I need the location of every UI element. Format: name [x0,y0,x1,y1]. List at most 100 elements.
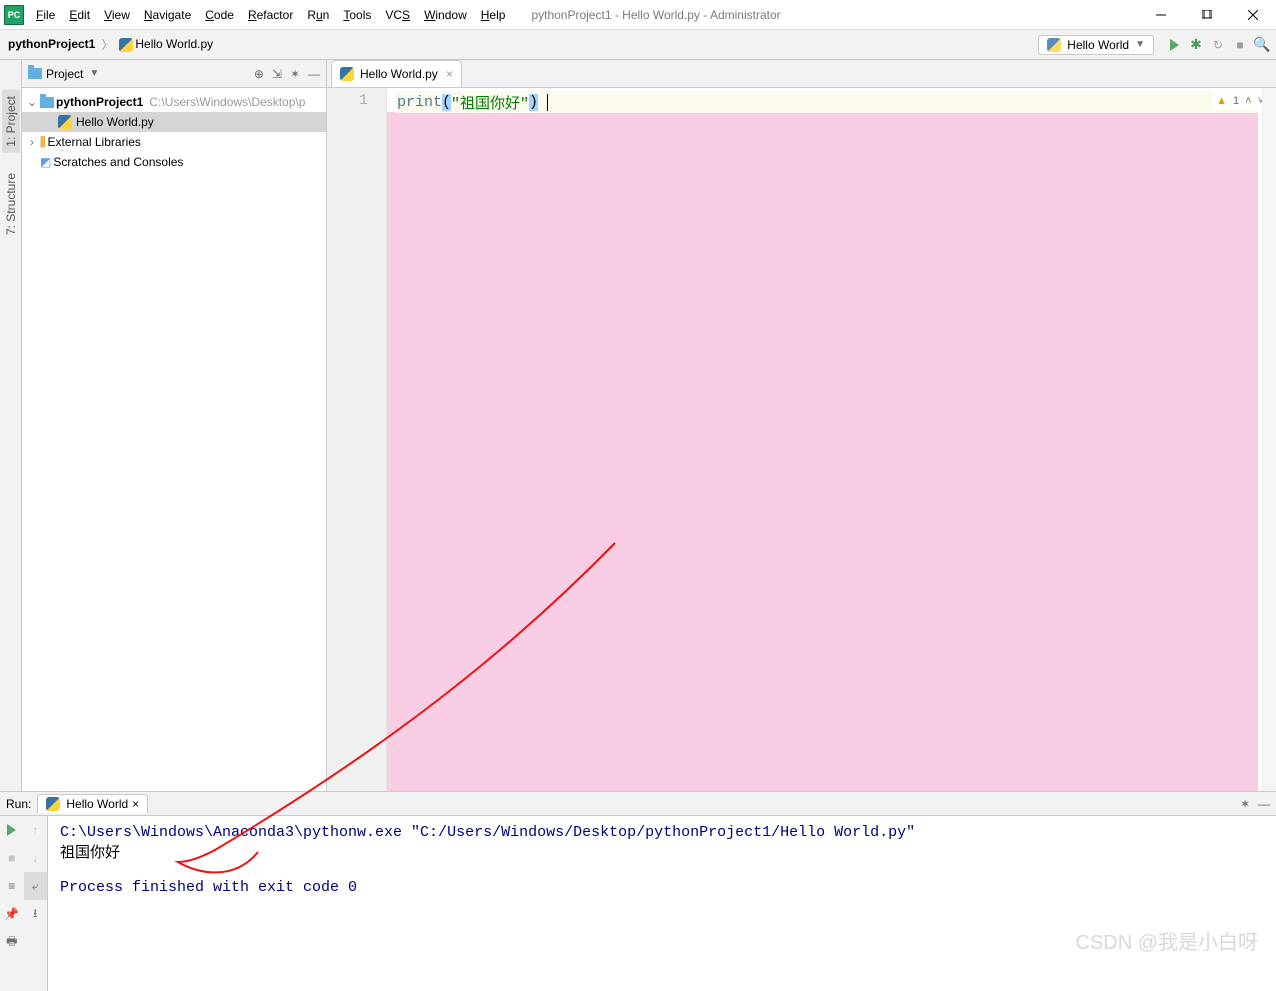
menu-code[interactable]: Code [199,4,240,26]
console-cmd: C:\Users\Windows\Anaconda3\pythonw.exe "… [60,824,915,841]
gutter: 1 [327,88,387,791]
inspection-count: 1 [1233,95,1239,107]
tree-root[interactable]: ⌄ pythonProject1 C:\Users\Windows\Deskto… [22,92,326,112]
menu-refactor[interactable]: Refactor [242,4,299,26]
app-icon: PC [4,5,24,25]
tree-file[interactable]: Hello World.py [22,112,326,132]
caret-down-icon[interactable]: ⌄ [26,95,38,109]
scratches-icon: ◩ [40,155,51,169]
stop-run-button[interactable]: ■ [0,844,24,872]
maximize-button[interactable] [1184,0,1230,29]
toolbar: ✱ ↻ ■ 🔍 [1166,37,1270,53]
project-panel-header: Project ▼ ⊕ ⇲ ✶ — [22,60,326,88]
rerun-button[interactable] [0,816,24,844]
editor-tab[interactable]: Hello World.py × [331,60,462,87]
menu-file[interactable]: File [30,4,61,26]
run-coverage-button[interactable]: ↻ [1210,37,1226,53]
up-stack-button[interactable]: ↑ [24,816,48,844]
pin-button[interactable]: 📌 [0,900,24,928]
menu-tools[interactable]: Tools [337,4,377,26]
scroll-to-end-button[interactable]: ⭳ [24,900,48,928]
close-tab-icon[interactable]: × [446,67,453,81]
menu-edit[interactable]: Edit [63,4,96,26]
select-opened-file-icon[interactable]: ⊕ [254,67,264,81]
nav-bar: pythonProject1 〉 Hello World.py Hello Wo… [0,30,1276,60]
print-button[interactable]: 🖶 [0,928,24,956]
stop-button[interactable]: ■ [1232,37,1248,53]
down-stack-button[interactable]: ↓ [24,844,48,872]
search-everywhere-button[interactable]: 🔍 [1254,37,1270,53]
hide-panel-icon[interactable]: — [308,67,320,81]
chevron-down-icon: ▼ [1135,39,1145,50]
menu-view[interactable]: View [98,4,136,26]
menu-run[interactable]: Run [301,4,335,26]
python-file-icon [119,38,133,52]
run-button[interactable] [1166,37,1182,53]
layout-button[interactable]: ≡ [0,872,24,900]
project-panel: Project ▼ ⊕ ⇲ ✶ — ⌄ pythonProject1 C:\Us… [22,60,327,791]
libraries-icon: ⫼ [40,135,46,150]
tree-scratches-label: Scratches and Consoles [53,155,183,169]
hide-run-icon[interactable]: — [1258,797,1270,811]
console-stdout: 祖国你好 [60,845,120,862]
line-number: 1 [327,92,368,109]
run-label: Run: [6,797,31,811]
folder-icon [40,97,54,108]
folder-icon [28,68,42,79]
chevron-right-icon: 〉 [101,36,113,53]
breadcrumb: pythonProject1 〉 Hello World.py [6,35,1034,54]
close-button[interactable] [1230,0,1276,29]
crumb-file[interactable]: Hello World.py [117,35,215,54]
menu-help[interactable]: Help [475,4,512,26]
editor-tabs: Hello World.py × [327,60,1276,88]
tree-root-label: pythonProject1 [56,95,143,109]
editor-column: Hello World.py × 1 print("祖国你好") ▲ 1 ˄ ˅ [327,60,1276,791]
tree-ext-libs[interactable]: › ⫼ External Libraries [22,132,326,152]
close-tab-icon[interactable]: × [132,797,139,811]
debug-button[interactable]: ✱ [1188,37,1204,53]
run-config-label: Hello World [1067,38,1129,52]
run-config-selector[interactable]: Hello World ▼ [1038,35,1154,55]
run-session-label: Hello World [66,797,128,811]
menu-bar: File Edit View Navigate Code Refactor Ru… [30,4,511,26]
token-fn: print [397,94,442,111]
python-file-icon [58,115,72,129]
token-lparen: ( [442,94,451,111]
python-icon [46,797,60,811]
code-editor[interactable]: 1 print("祖国你好") ▲ 1 ˄ ˅ [327,88,1276,791]
run-tool-window: Run: Hello World × ✶ — ↑ ■ ↓ ≡ ⤶ 📌 ⭳ 🖶 C… [0,791,1276,991]
inspection-widget[interactable]: ▲ 1 ˄ ˅ [1212,92,1268,110]
menu-navigate[interactable]: Navigate [138,4,197,26]
main-area: 1: Project 7: Structure Project ▼ ⊕ ⇲ ✶ … [0,60,1276,791]
console-output[interactable]: C:\Users\Windows\Anaconda3\pythonw.exe "… [48,816,1276,991]
token-string: "祖国你好" [451,92,529,113]
code-line-1[interactable]: print("祖国你好") [395,91,1258,113]
inspection-prev-icon[interactable]: ˄ [1245,95,1251,107]
run-settings-icon[interactable]: ✶ [1240,797,1250,811]
chevron-down-icon[interactable]: ▼ [89,68,99,79]
project-tree: ⌄ pythonProject1 C:\Users\Windows\Deskto… [22,88,326,176]
code-area[interactable]: print("祖国你好") ▲ 1 ˄ ˅ [387,88,1276,791]
expand-all-icon[interactable]: ⇲ [272,67,282,81]
tool-project-tab[interactable]: 1: Project [2,90,20,153]
title-bar: PC File Edit View Navigate Code Refactor… [0,0,1276,30]
minimize-button[interactable] [1138,0,1184,29]
run-toolbar: ↑ ■ ↓ ≡ ⤶ 📌 ⭳ 🖶 [0,816,48,991]
caret-right-icon[interactable]: › [26,135,38,149]
run-session-tab[interactable]: Hello World × [37,794,148,813]
warning-icon: ▲ [1216,95,1227,107]
menu-window[interactable]: Window [418,4,473,26]
soft-wrap-button[interactable]: ⤶ [24,872,48,900]
vertical-scrollbar[interactable] [1262,88,1276,791]
run-body: ↑ ■ ↓ ≡ ⤶ 📌 ⭳ 🖶 C:\Users\Windows\Anacond… [0,816,1276,991]
selection-highlight [387,112,1258,791]
text-cursor [538,94,548,111]
tree-scratches[interactable]: ◩ Scratches and Consoles [22,152,326,172]
window-title: pythonProject1 - Hello World.py - Admini… [511,8,1138,22]
crumb-project[interactable]: pythonProject1 [6,35,97,53]
settings-icon[interactable]: ✶ [290,67,300,81]
tree-ext-libs-label: External Libraries [48,135,141,149]
menu-vcs[interactable]: VCS [379,4,416,26]
editor-tab-label: Hello World.py [360,67,438,81]
tool-structure-tab[interactable]: 7: Structure [2,167,20,241]
